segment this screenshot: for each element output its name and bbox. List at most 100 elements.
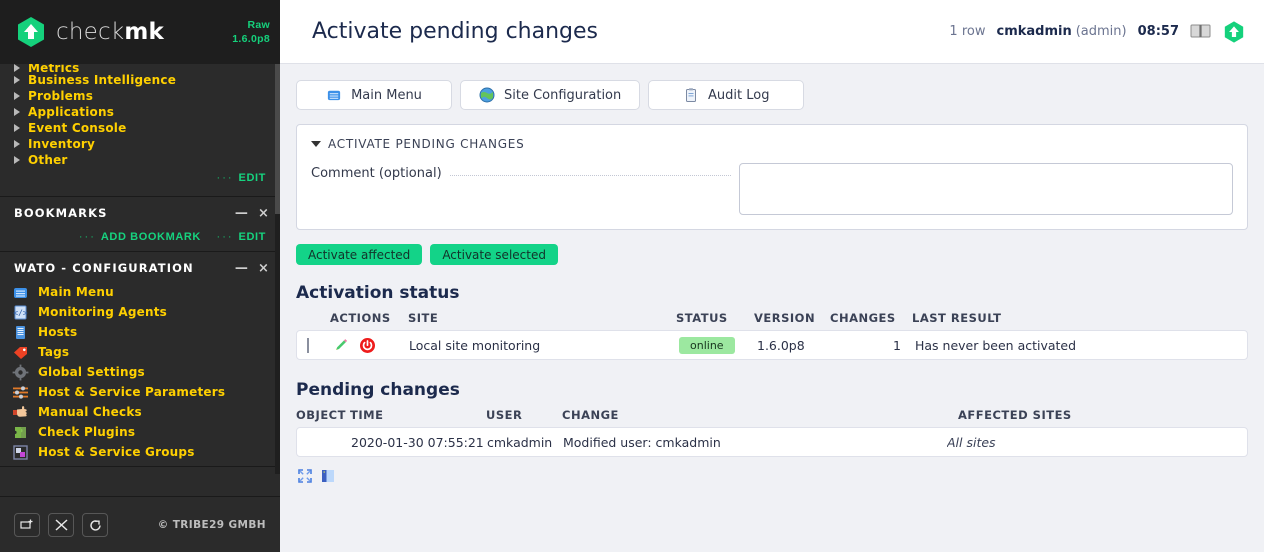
close-icon[interactable]: ×	[258, 207, 270, 220]
table-row[interactable]: 2020-01-30 07:55:21 cmkadmin Modified us…	[296, 427, 1248, 457]
sidebar-item-check-plugins[interactable]: Check Plugins	[0, 422, 280, 442]
sidebar-item-inventory[interactable]: Inventory	[0, 136, 280, 152]
sidebar-item-label: Global Settings	[38, 365, 145, 379]
sidebar-item-main-menu[interactable]: Main Menu	[0, 282, 280, 302]
col-affected-sites: AFFECTED SITES	[958, 408, 1072, 422]
add-snapin-button[interactable]	[14, 512, 40, 537]
page-title: Activate pending changes	[312, 19, 598, 44]
globe-icon	[479, 87, 495, 103]
bookmarks-edit-link[interactable]: EDIT	[239, 231, 266, 243]
host-server-icon	[12, 324, 29, 341]
version-number: 1.6.0p8	[232, 33, 270, 45]
activate-affected-button[interactable]: Activate affected	[296, 244, 423, 265]
tab-site-configuration[interactable]: Site Configuration	[460, 80, 641, 110]
triangle-right-icon	[14, 108, 20, 116]
sidebar-item-applications[interactable]: Applications	[0, 104, 280, 120]
pencil-edit-icon[interactable]	[333, 337, 349, 353]
sidebar-item-manual-checks[interactable]: Manual Checks	[0, 402, 280, 422]
triangle-right-icon	[14, 124, 20, 132]
sidebar-item-label: Host & Service Groups	[38, 445, 195, 459]
row-count: 1 row	[949, 24, 986, 39]
sidebar-item-hosts[interactable]: Hosts	[0, 322, 280, 342]
sliders-icon	[12, 384, 29, 401]
sidebar-item-tags[interactable]: Tags	[0, 342, 280, 362]
tab-audit-log[interactable]: Audit Log	[648, 80, 805, 110]
activation-status-header-table: ACTIONS SITE STATUS VERSION CHANGES LAST…	[296, 311, 1248, 332]
page-body: Main Menu Site Configuration Audit Log A…	[280, 64, 1264, 483]
tab-label: Site Configuration	[504, 87, 622, 103]
comment-label: Comment (optional)	[311, 166, 442, 181]
activation-status-title: Activation status	[296, 283, 460, 303]
sidebar-item-label: Event Console	[28, 121, 127, 135]
col-select	[296, 311, 330, 332]
sidebar-item-problems[interactable]: Problems	[0, 88, 280, 104]
tag-icon	[12, 344, 29, 361]
sidebar-header: checkmk Raw 1.6.0p8	[0, 0, 280, 64]
checkmk-hexagon-arrow-logo[interactable]	[14, 15, 48, 49]
sidebar-item-other[interactable]: Other	[0, 152, 280, 168]
col-time: TIME	[350, 408, 384, 422]
col-version: VERSION	[754, 311, 816, 325]
logo-word-bold: mk	[124, 19, 165, 45]
comment-input[interactable]	[739, 163, 1233, 215]
activate-selected-button[interactable]: Activate selected	[430, 244, 558, 265]
add-bookmark-link[interactable]: ADD BOOKMARK	[101, 231, 201, 243]
sidebar-item-event-console[interactable]: Event Console	[0, 120, 280, 136]
power-restart-icon[interactable]	[359, 337, 376, 354]
sidebar-item-host-service-groups[interactable]: Host & Service Groups	[0, 442, 280, 462]
col-changes: CHANGES	[830, 311, 896, 325]
views-edit-link[interactable]: EDIT	[239, 172, 266, 184]
help-book-icon[interactable]	[1190, 23, 1211, 40]
page-header: Activate pending changes 1 row cmkadmin …	[280, 0, 1264, 64]
sidebar-item-label: Monitoring Agents	[38, 305, 168, 319]
caret-down-icon[interactable]	[311, 141, 321, 147]
triangle-right-icon	[14, 64, 20, 72]
cell-last-result: Has never been activated	[915, 337, 1077, 353]
panel-header[interactable]: ACTIVATE PENDING CHANGES	[311, 137, 1233, 151]
gear-icon	[12, 364, 29, 381]
checkmk-hexagon-arrow-logo[interactable]	[1222, 20, 1246, 44]
comment-form-row: Comment (optional)	[311, 163, 1233, 215]
cell-change: Modified user: cmkadmin	[563, 434, 721, 450]
snapin-bookmarks: BOOKMARKS — × ··· ADD BOOKMARK ··· EDIT	[0, 197, 280, 252]
user-role: (admin)	[1075, 24, 1127, 39]
application-window: checkmk Raw 1.6.0p8 Metrics Business Int…	[0, 0, 1264, 552]
sidebar-item-label: Hosts	[38, 325, 78, 339]
snapin-wato-configuration: WATO - CONFIGURATION — × Main Menu </> M…	[0, 252, 280, 467]
sidebar-item-business-intelligence[interactable]: Business Intelligence	[0, 72, 280, 88]
sidebar-item-monitoring-agents[interactable]: </> Monitoring Agents	[0, 302, 280, 322]
col-change: CHANGE	[562, 408, 619, 422]
edit-sidebar-button[interactable]	[48, 512, 74, 537]
minimize-icon[interactable]: —	[235, 207, 249, 220]
current-user[interactable]: cmkadmin	[996, 24, 1071, 39]
sidebar-footer: © TRIBE29 GMBH	[0, 496, 280, 552]
table-header-row: ACTIONS SITE STATUS VERSION CHANGES LAST…	[296, 311, 1248, 332]
sidebar-item-metrics[interactable]: Metrics	[0, 64, 280, 72]
expand-view-icon[interactable]	[298, 469, 312, 483]
col-status: STATUS	[676, 311, 728, 325]
agents-code-icon: </>	[12, 304, 29, 321]
cell-site: Local site monitoring	[409, 337, 541, 353]
triangle-right-icon	[14, 92, 20, 100]
col-last-result: LAST RESULT	[912, 311, 1002, 325]
row-select-checkbox[interactable]	[307, 337, 309, 353]
table-header-row: OBJECT TIME USER CHANGE AFFECTED SITES	[296, 408, 1248, 429]
sidebar-item-label: Inventory	[28, 137, 96, 151]
tab-main-menu[interactable]: Main Menu	[296, 80, 452, 110]
sidebar-item-host-service-parameters[interactable]: Host & Service Parameters	[0, 382, 280, 402]
copyright-label: © TRIBE29 GMBH	[157, 518, 266, 531]
close-icon[interactable]: ×	[258, 262, 270, 275]
sidebar-item-label: Host & Service Parameters	[38, 385, 226, 399]
main-content: Activate pending changes 1 row cmkadmin …	[280, 0, 1264, 552]
sidebar-item-label: Business Intelligence	[28, 73, 177, 87]
logout-button[interactable]	[82, 512, 108, 537]
edition-name: Raw	[247, 18, 270, 31]
cell-affected-sites: All sites	[947, 434, 996, 450]
cell-version: 1.6.0p8	[757, 337, 805, 353]
sidebar-logo-wordmark: checkmk	[56, 19, 164, 45]
header-status-area: 1 row cmkadmin (admin) 08:57	[949, 20, 1246, 44]
table-row[interactable]: Local site monitoring online 1.6.0p8 1 H…	[296, 330, 1248, 360]
minimize-icon[interactable]: —	[235, 262, 249, 275]
sidebar-item-global-settings[interactable]: Global Settings	[0, 362, 280, 382]
toggle-sidebar-icon[interactable]	[321, 469, 335, 483]
